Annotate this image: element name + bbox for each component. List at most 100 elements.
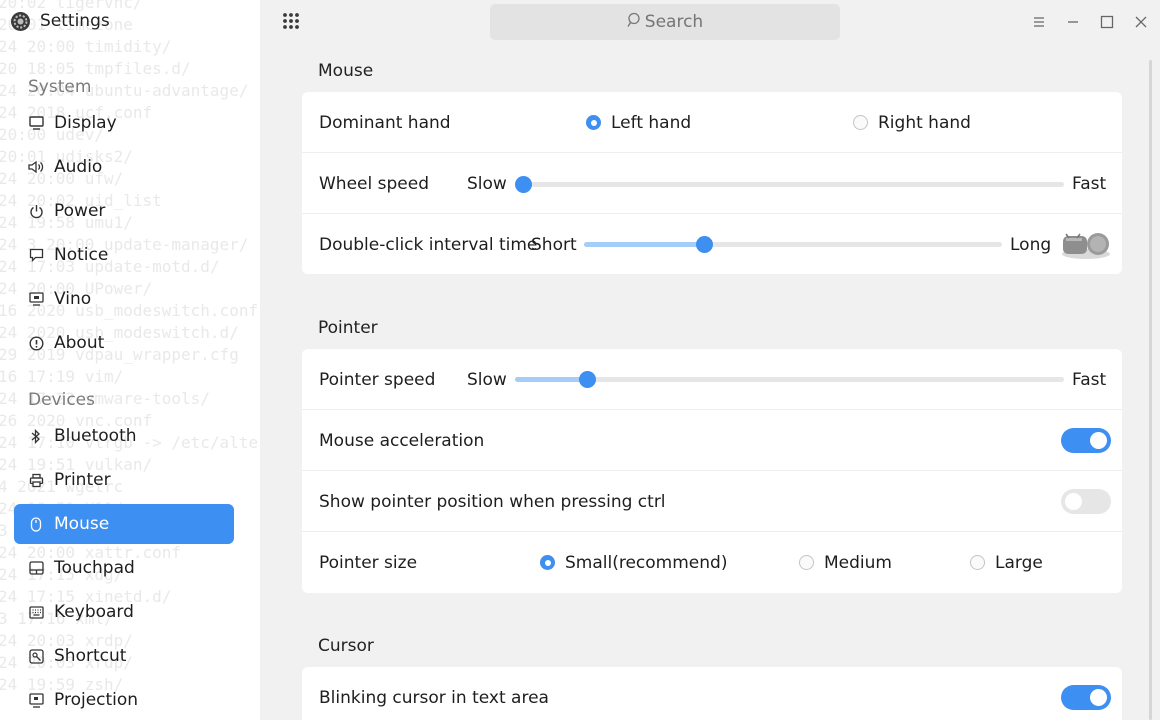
radio-medium[interactable]: Medium (799, 532, 892, 593)
search-icon (627, 12, 643, 33)
radio-indicator (540, 555, 555, 570)
mouse-acceleration-toggle[interactable] (1061, 428, 1111, 453)
slider-thumb[interactable] (515, 176, 532, 193)
blinking-cursor-toggle[interactable] (1061, 685, 1111, 710)
pointer-speed-row: Pointer speed Slow Fast (302, 349, 1122, 410)
sidebar-item-label: Touchpad (54, 558, 135, 578)
slider-thumb[interactable] (696, 236, 714, 253)
sidebar-section-system: System (28, 77, 92, 97)
double-click-slider[interactable] (584, 236, 1002, 253)
minimize-icon[interactable] (1063, 12, 1083, 32)
sidebar-item-shortcut[interactable]: Shortcut (14, 636, 234, 676)
speaker-icon (28, 159, 44, 175)
projection-icon (28, 692, 44, 708)
shortcut-icon (28, 648, 44, 664)
sidebar-item-display[interactable]: Display (14, 103, 234, 143)
sidebar-item-label: Printer (54, 470, 111, 490)
radio-left-hand[interactable]: Left hand (586, 92, 691, 153)
sidebar-item-label: Vino (54, 289, 92, 309)
sidebar-item-label: Power (54, 201, 106, 221)
pointer-size-label: Pointer size (319, 552, 418, 573)
sidebar-item-keyboard[interactable]: Keyboard (14, 592, 234, 632)
show-pointer-position-row: Show pointer position when pressing ctrl (302, 470, 1122, 531)
radio-right-hand[interactable]: Right hand (853, 92, 971, 153)
sidebar-item-vino[interactable]: Vino (14, 279, 234, 319)
radio-large[interactable]: Large (970, 532, 1043, 593)
radio-small[interactable]: Small(recommend) (540, 532, 727, 593)
slider-max-label: Fast (1072, 369, 1107, 390)
blinking-cursor-label: Blinking cursor in text area (319, 687, 549, 708)
pointer-size-row: Pointer size Small(recommend) Medium Lar… (302, 531, 1122, 592)
slider-min-label: Slow (467, 173, 507, 194)
wheel-speed-row: Wheel speed Slow Fast (302, 152, 1122, 213)
sidebar-item-label: About (54, 333, 105, 353)
wheel-speed-label: Wheel speed (319, 173, 429, 194)
close-icon[interactable] (1131, 12, 1151, 32)
info-icon (28, 335, 44, 351)
menu-icon[interactable] (1029, 12, 1049, 32)
sidebar-item-label: Notice (54, 245, 109, 265)
radio-label: Right hand (878, 112, 971, 133)
sidebar-item-touchpad[interactable]: Touchpad (14, 548, 234, 588)
dominant-hand-label: Dominant hand (319, 112, 451, 133)
radio-label: Small(recommend) (565, 552, 728, 573)
pointer-card: Pointer speed Slow Fast Mouse accelerati… (302, 349, 1122, 593)
slider-fill (515, 377, 587, 382)
monitor-icon (28, 115, 44, 131)
slider-max-label: Long (1010, 234, 1052, 255)
touchpad-icon (28, 560, 44, 576)
sidebar-item-power[interactable]: Power (14, 191, 234, 231)
sidebar-item-label: Bluetooth (54, 426, 137, 446)
sidebar-item-printer[interactable]: Printer (14, 460, 234, 500)
radio-indicator (799, 555, 814, 570)
notice-icon (28, 247, 44, 263)
printer-icon (28, 472, 44, 488)
sidebar-section-devices: Devices (28, 390, 95, 410)
radio-indicator (586, 115, 601, 130)
radio-label: Large (995, 552, 1043, 573)
slider-fill (584, 242, 705, 247)
sidebar-item-audio[interactable]: Audio (14, 147, 234, 187)
sidebar-item-notice[interactable]: Notice (14, 235, 234, 275)
search-placeholder: Search (644, 12, 704, 32)
double-click-test-icon[interactable] (1060, 230, 1112, 260)
pointer-speed-slider[interactable] (515, 371, 1064, 388)
sidebar-item-label: Audio (54, 157, 103, 177)
scrollbar[interactable] (1149, 60, 1152, 720)
sidebar-item-label: Projection (54, 690, 139, 710)
radio-indicator (970, 555, 985, 570)
slider-max-label: Fast (1072, 173, 1107, 194)
mouse-acceleration-row: Mouse acceleration (302, 409, 1122, 470)
show-pointer-position-label: Show pointer position when pressing ctrl (319, 491, 666, 512)
sidebar-item-label: Shortcut (54, 646, 127, 666)
sidebar-item-mouse[interactable]: Mouse (14, 504, 234, 544)
sidebar-item-label: Mouse (54, 514, 110, 534)
mouse-icon (28, 516, 44, 532)
pointer-speed-label: Pointer speed (319, 369, 436, 390)
wheel-speed-slider[interactable] (515, 176, 1064, 193)
section-title-pointer: Pointer (318, 318, 378, 338)
sidebar-item-about[interactable]: About (14, 323, 234, 363)
bluetooth-icon (28, 428, 44, 444)
sidebar-item-projection[interactable]: Projection (14, 680, 234, 720)
double-click-label: Double-click interval time (319, 234, 538, 255)
app-grid-icon[interactable] (282, 12, 302, 32)
sidebar-item-label: Keyboard (54, 602, 134, 622)
app-header: Settings (10, 9, 110, 33)
search-input[interactable]: Search (490, 4, 840, 40)
maximize-icon[interactable] (1097, 12, 1117, 32)
sidebar-item-bluetooth[interactable]: Bluetooth (14, 416, 234, 456)
radio-indicator (853, 115, 868, 130)
power-icon (28, 203, 44, 219)
section-title-cursor: Cursor (318, 636, 374, 656)
remote-desktop-icon (28, 291, 44, 307)
radio-label: Left hand (611, 112, 692, 133)
gear-icon (10, 11, 31, 32)
slider-thumb[interactable] (578, 371, 596, 388)
mouse-acceleration-label: Mouse acceleration (319, 430, 485, 451)
double-click-row: Double-click interval time Short Long (302, 213, 1122, 274)
dominant-hand-row: Dominant hand Left hand Right hand (302, 92, 1122, 153)
show-pointer-position-toggle[interactable] (1061, 489, 1111, 514)
slider-min-label: Slow (467, 369, 507, 390)
slider-min-label: Short (531, 234, 577, 255)
